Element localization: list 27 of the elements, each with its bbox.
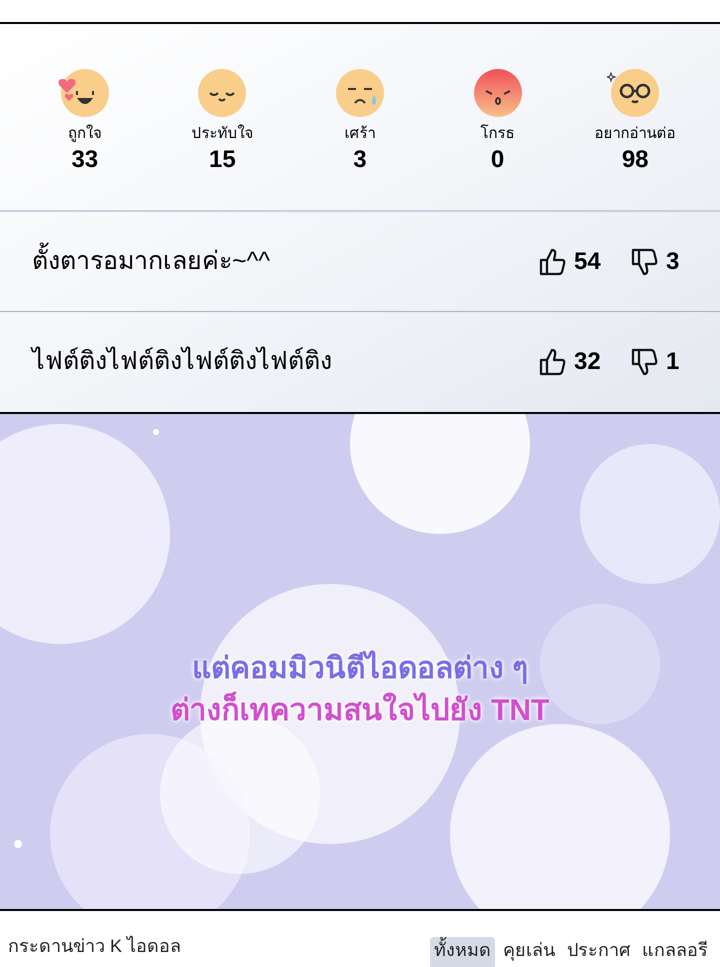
reaction-label: โกรธ <box>480 123 515 144</box>
board-title: กระดานข่าว K ไอดอล <box>8 937 182 955</box>
board-tab[interactable]: ประกาศ <box>563 937 634 967</box>
dislike-count: 1 <box>666 347 680 377</box>
reaction-count: 33 <box>71 145 98 176</box>
reaction-label: เศร้า <box>344 124 376 144</box>
comment-text: ไฟต์ติงไฟต์ติงไฟต์ติงไฟต์ติง <box>32 346 333 378</box>
thumbs-down-icon[interactable] <box>630 246 658 276</box>
reaction-label: ถูกใจ <box>68 124 102 144</box>
thumbs-up-icon[interactable] <box>538 347 566 377</box>
like-count: 54 <box>574 246 602 276</box>
reaction-count: 15 <box>209 145 236 176</box>
caption-text: ต่างก็เทความสนใจไปยัง TNT <box>170 692 550 728</box>
reaction-count: 98 <box>622 145 649 176</box>
reaction-label: ประทับใจ <box>191 124 254 144</box>
reaction-count: 0 <box>490 145 504 176</box>
caption-text: แต่คอมมิวนิตีไอดอลต่าง ๆ <box>192 650 528 687</box>
comment-text: ตั้งตารอมากเลยค่ะ~^^ <box>32 242 538 280</box>
board-tab[interactable]: ทั้งหมด <box>430 937 495 967</box>
like-count: 32 <box>574 347 602 377</box>
board-tab[interactable]: คุยเล่น <box>499 937 559 967</box>
thumbs-down-icon[interactable] <box>630 347 658 377</box>
reaction-count: 3 <box>353 145 367 176</box>
board-tab[interactable]: แกลลอรี <box>638 937 712 967</box>
thumbs-up-icon[interactable] <box>538 246 566 276</box>
reaction-label: อยากอ่านต่อ <box>594 124 676 144</box>
dislike-count: 3 <box>666 246 680 276</box>
